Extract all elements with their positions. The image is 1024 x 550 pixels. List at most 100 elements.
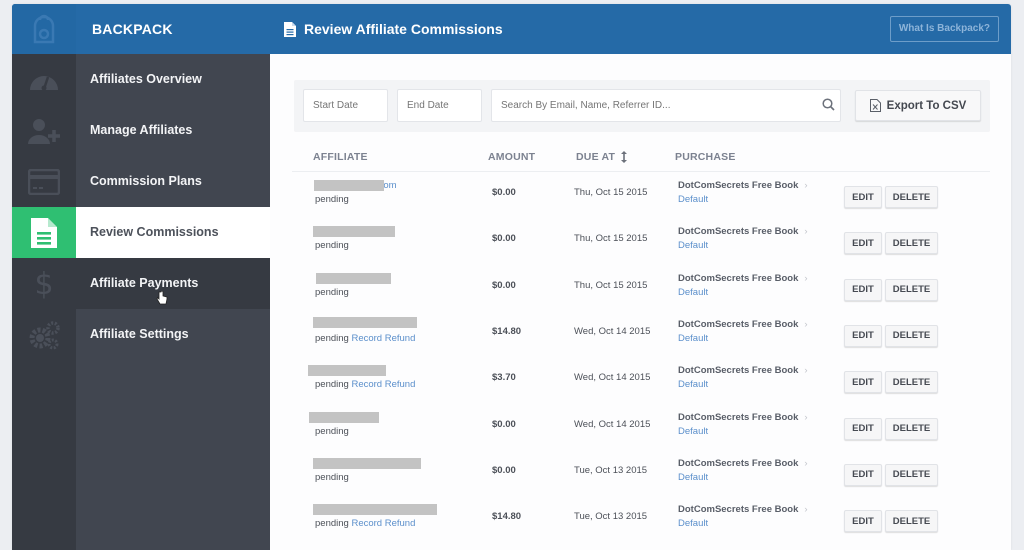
table-row: pending $0.00 Thu, Oct 15 2015 DotComSecret… [292,220,990,266]
chevron-right-icon: › [804,318,808,330]
sidebar-item-affiliate-payments[interactable]: $ Affiliate Payments [12,258,270,309]
search-icon[interactable] [822,98,835,116]
sidebar-item-manage-affiliates[interactable]: Manage Affiliates [12,105,270,156]
end-date-input[interactable] [397,89,482,122]
commission-plan-link[interactable]: Default [678,426,708,437]
commission-amount: $14.80 [492,325,522,337]
table-row: pending $0.00 Wed, Oct 14 2015 DotComSecret… [292,406,990,452]
due-date: Wed, Oct 14 2015 [574,372,651,384]
due-date: Thu, Oct 15 2015 [574,279,648,291]
search-input[interactable] [491,89,841,122]
column-header-affiliate: AFFILIATE [313,151,368,163]
what-is-backpack-button[interactable]: What Is Backpack? [889,16,999,42]
purchase-product-link[interactable]: DotComSecrets Free Book › [678,319,808,330]
edit-button[interactable]: EDIT [844,371,882,394]
due-date: Tue, Oct 13 2015 [574,464,648,476]
delete-button[interactable]: DELETE [885,510,938,533]
dollar-icon: $ [12,258,76,309]
sidebar-item-affiliates-overview[interactable]: Affiliates Overview [12,54,270,105]
commission-plan-link[interactable]: Default [678,472,708,483]
commission-plan-link[interactable]: Default [678,194,708,205]
column-header-due-at-label: DUE AT [576,151,616,163]
commission-plan-link[interactable]: Default [678,518,708,529]
commission-amount: $0.00 [492,187,516,198]
column-header-due-at[interactable]: DUE AT [576,142,628,172]
commission-status: pending [315,426,349,437]
top-bar: BACKPACK Review Affiliate Commissions Wh… [12,4,1011,54]
commission-status: pending [315,240,349,251]
table-row: pending $0.00 Tue, Oct 13 2015 DotComSecret… [292,452,990,498]
redacted-email [313,457,421,469]
redacted-email [309,411,379,423]
sidebar-item-commission-plans[interactable]: Commission Plans [12,156,270,207]
edit-button[interactable]: EDIT [844,510,882,533]
delete-button[interactable]: DELETE [885,186,938,208]
status-text: pending [315,471,349,483]
chevron-right-icon: › [804,180,808,191]
commission-amount: $14.80 [492,511,522,523]
column-header-amount: AMOUNT [488,151,536,163]
product-name: DotComSecrets Free Book [678,504,799,516]
export-csv-button[interactable]: Export To CSV [855,90,981,121]
backpack-logo-icon [33,14,55,44]
record-refund-link[interactable]: Record Refund [351,379,415,390]
delete-button[interactable]: DELETE [885,371,938,394]
edit-button[interactable]: EDIT [844,324,882,347]
sidebar-item-review-commissions[interactable]: Review Commissions [12,207,270,258]
commission-plan-link[interactable]: Default [678,240,708,251]
commission-plan-link[interactable]: Default [678,379,708,390]
edit-button[interactable]: EDIT [844,232,882,255]
sort-icon[interactable] [621,151,628,163]
commission-amount: $0.00 [492,233,516,245]
redacted-email [314,180,384,191]
credit-card-icon [12,156,76,207]
product-name: DotComSecrets Free Book [678,457,799,469]
due-date: Wed, Oct 14 2015 [574,325,651,337]
product-name: DotComSecrets Free Book [678,318,799,330]
purchase-product-link[interactable]: DotComSecrets Free Book › [678,180,808,191]
document-icon [12,207,76,258]
edit-button[interactable]: EDIT [844,278,882,301]
purchase-product-link[interactable]: DotComSecrets Free Book › [678,365,808,376]
table-row: pending Record Refund $14.80 Wed, Oct 14 2… [292,313,990,359]
edit-button[interactable]: EDIT [844,186,882,208]
status-text: pending [315,425,349,437]
delete-button[interactable]: DELETE [885,232,938,255]
redacted-email [308,365,386,377]
commission-status: pending [315,472,349,483]
commission-amount: $0.00 [492,464,516,476]
start-date-input[interactable] [303,89,388,122]
sidebar-item-label: Review Commissions [90,225,219,239]
purchase-product-link[interactable]: DotComSecrets Free Book › [678,504,808,515]
chevron-right-icon: › [804,365,808,377]
sidebar-item-affiliate-settings[interactable]: Affiliate Settings [12,309,270,360]
sidebar-item-label: Commission Plans [90,174,202,188]
delete-button[interactable]: DELETE [885,278,938,301]
purchase-product-link[interactable]: DotComSecrets Free Book › [678,412,808,423]
product-name: DotComSecrets Free Book [678,180,799,191]
purchase-product-link[interactable]: DotComSecrets Free Book › [678,226,808,237]
edit-button[interactable]: EDIT [844,417,882,440]
export-csv-label: Export To CSV [886,99,967,112]
status-text: pending [315,518,349,530]
edit-button[interactable]: EDIT [844,463,882,486]
due-date: Thu, Oct 15 2015 [574,187,648,198]
spreadsheet-file-icon [869,99,881,112]
sidebar-item-label: Affiliates Overview [90,72,202,86]
commission-status: pending Record Refund [315,333,415,344]
delete-button[interactable]: DELETE [885,463,938,486]
purchase-product-link[interactable]: DotComSecrets Free Book › [678,458,808,469]
backpack-logo[interactable] [12,4,76,54]
product-name: DotComSecrets Free Book [678,226,799,238]
purchase-product-link[interactable]: DotComSecrets Free Book › [678,273,808,284]
commission-plan-link[interactable]: Default [678,287,708,298]
delete-button[interactable]: DELETE [885,324,938,347]
record-refund-link[interactable]: Record Refund [351,333,415,344]
commission-plan-link[interactable]: Default [678,333,708,344]
commission-amount: $3.70 [492,372,516,384]
status-text: pending [315,194,349,205]
status-text: pending [315,286,349,298]
status-text: pending [315,332,349,344]
record-refund-link[interactable]: Record Refund [351,518,415,529]
delete-button[interactable]: DELETE [885,417,938,440]
